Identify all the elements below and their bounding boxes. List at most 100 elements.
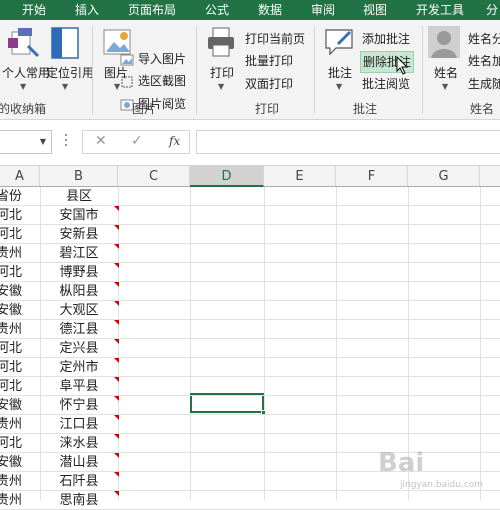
drag-handle[interactable] — [64, 134, 68, 150]
comment-viewer-label: 批注阅览 — [362, 77, 411, 91]
cell-county[interactable]: 定州市 — [40, 358, 118, 377]
spreadsheet-grid[interactable]: A B C D E F G 省份 县区 河北 安国市 河北 安新县 贵州 碧江区 河北 博野县 安徽… — [0, 166, 500, 510]
cell-province[interactable]: 河北 — [0, 339, 40, 358]
cell-county[interactable]: 大观区 — [40, 301, 118, 320]
tab-extra[interactable]: 分 — [486, 0, 498, 20]
tab-page-layout[interactable]: 页面布局 — [128, 0, 176, 20]
selection-screenshot-button[interactable]: 选区截图 — [138, 71, 186, 91]
comment-indicator — [114, 320, 119, 325]
cell-county[interactable]: 德江县 — [40, 320, 118, 339]
insert-function-icon[interactable]: fx — [169, 134, 180, 148]
column-header-c[interactable]: C — [118, 166, 190, 187]
active-cell[interactable] — [190, 393, 266, 415]
comment-indicator — [114, 263, 119, 268]
person-icon — [428, 26, 460, 58]
formula-input[interactable] — [196, 130, 500, 154]
tab-view[interactable]: 视图 — [363, 0, 387, 20]
tab-home[interactable]: 开始 — [22, 0, 46, 20]
comment-viewer-button[interactable]: 批注阅览 — [362, 74, 410, 94]
cell-province[interactable]: 贵州 — [0, 415, 40, 434]
tab-data[interactable]: 数据 — [258, 0, 282, 20]
cell-province[interactable]: 安徽 — [0, 282, 40, 301]
cell-province[interactable]: 河北 — [0, 225, 40, 244]
cell-county[interactable]: 阜平县 — [40, 377, 118, 396]
cell-county[interactable]: 安新县 — [40, 225, 118, 244]
chevron-down-icon[interactable]: ▼ — [40, 137, 46, 146]
cell-county[interactable]: 石阡县 — [40, 472, 118, 491]
name-item-3-button[interactable]: 生成随 — [468, 74, 500, 94]
print-current-page-label: 打印当前页 — [245, 32, 306, 46]
cell-province[interactable]: 河北 — [0, 377, 40, 396]
cell-province[interactable]: 河北 — [0, 434, 40, 453]
comment-indicator — [114, 472, 119, 477]
formula-buttons: ✕ ✓ fx — [82, 130, 190, 154]
comment-indicator — [114, 377, 119, 382]
print-current-page-button[interactable]: 打印当前页 — [245, 29, 305, 49]
group-divider — [196, 26, 197, 114]
column-header-d[interactable]: D — [190, 166, 264, 187]
cell-county[interactable]: 碧江区 — [40, 244, 118, 263]
comment-button[interactable]: 批注 ▼ — [320, 26, 360, 96]
cell-province[interactable]: 河北 — [0, 358, 40, 377]
header-cell-county[interactable]: 县区 — [40, 187, 118, 206]
name-label: 姓名 — [434, 66, 459, 80]
chevron-down-icon: ▼ — [336, 82, 343, 91]
cell-county[interactable]: 枞阳县 — [40, 282, 118, 301]
cell-province[interactable]: 安徽 — [0, 301, 40, 320]
cell-county[interactable]: 定兴县 — [40, 339, 118, 358]
name-item-2-button[interactable]: 姓名加 — [468, 51, 500, 71]
comment-indicator — [114, 225, 119, 230]
cancel-icon[interactable]: ✕ — [95, 133, 107, 149]
tab-developer[interactable]: 开发工具 — [416, 0, 464, 20]
cell-county[interactable]: 安国市 — [40, 206, 118, 225]
column-header-f[interactable]: F — [336, 166, 408, 187]
name-button[interactable]: 姓名 ▼ — [426, 26, 464, 96]
cell-county[interactable]: 怀宁县 — [40, 396, 118, 415]
picture-group-label: 图片 — [132, 102, 157, 116]
cell-county[interactable]: 潜山县 — [40, 453, 118, 472]
column-header-g[interactable]: G — [408, 166, 480, 187]
column-header-next[interactable] — [480, 166, 500, 187]
column-header-a[interactable]: A — [0, 166, 40, 187]
personal-favorites-button[interactable]: 个人常用 ▼ — [2, 26, 50, 96]
batch-print-label: 批量打印 — [245, 54, 294, 68]
column-header-e[interactable]: E — [264, 166, 336, 187]
comment-icon — [325, 29, 353, 56]
enter-icon[interactable]: ✓ — [131, 133, 143, 149]
cell-county[interactable]: 博野县 — [40, 263, 118, 282]
cell-county[interactable]: 江口县 — [40, 415, 118, 434]
cell-province[interactable]: 贵州 — [0, 320, 40, 339]
cell-province[interactable]: 贵州 — [0, 491, 40, 510]
add-comment-button[interactable]: 添加批注 — [362, 29, 410, 49]
cell-county[interactable]: 思南县 — [40, 491, 118, 510]
group-divider — [92, 26, 93, 114]
name-box[interactable]: ▼ — [0, 130, 52, 154]
name-item-1-button[interactable]: 姓名分 — [468, 29, 500, 49]
cell-county[interactable]: 涞水县 — [40, 434, 118, 453]
cell-province[interactable]: 贵州 — [0, 472, 40, 491]
mouse-cursor-icon — [396, 56, 409, 75]
screenshot-icon — [121, 76, 133, 88]
comment-indicator — [114, 244, 119, 249]
batch-print-button[interactable]: 批量打印 — [245, 51, 293, 71]
locate-reference-button[interactable]: 定位引用 ▼ — [44, 26, 94, 96]
print-button[interactable]: 打印 ▼ — [204, 26, 240, 96]
cell-province[interactable]: 河北 — [0, 263, 40, 282]
comment-label: 批注 — [328, 66, 353, 80]
duplex-print-button[interactable]: 双面打印 — [245, 74, 293, 94]
tab-review[interactable]: 审阅 — [311, 0, 335, 20]
chevron-down-icon: ▼ — [218, 82, 225, 91]
locate-label: 定位引用 — [46, 66, 95, 80]
tab-formulas[interactable]: 公式 — [205, 0, 229, 20]
comment-indicator — [114, 415, 119, 420]
column-header-b[interactable]: B — [40, 166, 118, 187]
header-cell-province[interactable]: 省份 — [0, 187, 40, 206]
tab-insert[interactable]: 插入 — [75, 0, 99, 20]
cell-province[interactable]: 安徽 — [0, 453, 40, 472]
personal-icon — [8, 28, 40, 58]
cell-province[interactable]: 河北 — [0, 206, 40, 225]
cell-province[interactable]: 贵州 — [0, 244, 40, 263]
chevron-down-icon: ▼ — [442, 82, 449, 91]
cell-province[interactable]: 安徽 — [0, 396, 40, 415]
import-picture-button[interactable]: 导入图片 — [138, 49, 186, 69]
